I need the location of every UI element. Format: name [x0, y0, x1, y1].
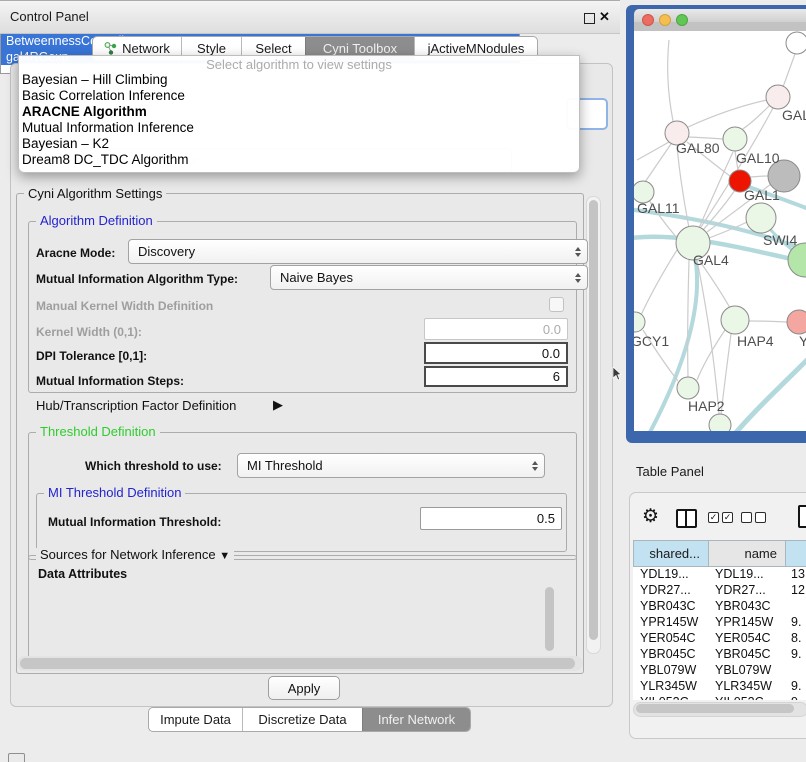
network-node-hap4[interactable] [721, 306, 749, 334]
table-row[interactable]: YBR045CYBR045C9. [633, 647, 806, 663]
list-scrollbar-thumb[interactable] [545, 587, 554, 651]
table-panel-title: Table Panel [636, 464, 704, 479]
mi-algorithm-type-combo[interactable]: Naive Bayes [270, 265, 588, 290]
float-window-icon[interactable] [584, 13, 595, 24]
column-header-cutoff[interactable] [785, 540, 806, 567]
data-attributes-label: Data Attributes [38, 567, 127, 581]
node-label: HAP4 [737, 333, 774, 349]
unchecked-checkbox-icon[interactable] [741, 512, 752, 523]
table-row[interactable]: YDR27...YDR27...12 [633, 583, 806, 599]
mi-algorithm-type-label: Mutual Information Algorithm Type: [36, 272, 238, 286]
manual-kernel-width-checkbox[interactable] [549, 297, 564, 312]
node-label: GAL1 [744, 187, 780, 203]
cyni-bottom-tabs: Impute Data Discretize Data Infer Networ… [148, 707, 471, 732]
table-row[interactable]: YBL079WYBL079W [633, 663, 806, 679]
kernel-width-label: Kernel Width (0,1): [36, 325, 142, 339]
node-label: HAP2 [688, 398, 725, 414]
close-traffic-light[interactable] [643, 15, 654, 26]
network-graph-icon [104, 42, 117, 55]
screen: Control Panel ✕ Network Style Select Cyn… [0, 0, 806, 762]
close-icon[interactable]: ✕ [599, 9, 610, 25]
tab-discretize-data[interactable]: Discretize Data [242, 708, 362, 731]
mouse-cursor [612, 367, 622, 386]
aracne-mode-label: Aracne Mode: [36, 246, 115, 260]
node-table[interactable]: YDL19...YDL19...13 YDR27...YDR27...12 YB… [633, 567, 806, 700]
settings-hscrollbar-thumb[interactable] [20, 658, 575, 669]
dropdown-item[interactable]: Basic Correlation Inference [19, 88, 579, 104]
collapsed-arrow-icon[interactable]: ▶ [273, 397, 283, 413]
aracne-mode-combo[interactable]: Discovery [128, 239, 588, 264]
table-row[interactable]: YDL19...YDL19...13 [633, 567, 806, 583]
tab-infer-network[interactable]: Infer Network [362, 708, 470, 731]
table-row[interactable]: YIL052CYIL052C9 [633, 695, 806, 700]
node-label: Y [799, 333, 806, 349]
node-label: GAL80 [676, 140, 720, 156]
column-header-shared-name[interactable]: shared... [633, 540, 709, 567]
table-hscrollbar-thumb[interactable] [636, 704, 794, 713]
mi-threshold-input[interactable] [420, 507, 562, 530]
network-node-gal10[interactable] [723, 127, 747, 151]
dpi-tolerance-label: DPI Tolerance [0,1]: [36, 349, 147, 363]
combo-stepper-icon [575, 273, 581, 283]
dock-mini-icon[interactable] [8, 753, 25, 762]
control-panel-title: Control Panel [10, 9, 89, 24]
network-node-gal1[interactable] [746, 203, 776, 233]
node-label: GCY1 [631, 333, 669, 349]
checked-checkbox-icon[interactable]: ✓ [722, 512, 733, 523]
dropdown-item[interactable]: Mutual Information Inference [19, 120, 579, 136]
node-label: GAL11 [637, 200, 680, 216]
algorithm-dropdown: Select algorithm to view settings Bayesi… [18, 55, 580, 173]
cyni-algorithm-settings-title: Cyni Algorithm Settings [24, 187, 166, 201]
manual-kernel-width-label: Manual Kernel Width Definition [36, 299, 213, 313]
network-node-gal[interactable] [766, 85, 790, 109]
mi-threshold-label: Mutual Information Threshold: [48, 515, 221, 529]
hub-definition-expander[interactable]: Hub/Transcription Factor Definition [36, 398, 236, 413]
network-node-salmon[interactable] [787, 310, 806, 334]
dropdown-item[interactable]: Bayesian – K2 [19, 136, 579, 152]
dropdown-item[interactable]: Dream8 DC_TDC Algorithm [19, 152, 579, 168]
network-view-window[interactable]: GAL GAL80 GAL10 GAL1 GAL11 SWI4 GAL4 GCY… [625, 0, 806, 452]
algorithm-definition-title: Algorithm Definition [36, 214, 157, 228]
minimize-traffic-light[interactable] [660, 15, 671, 26]
network-node-hap2[interactable] [677, 377, 699, 399]
sources-title[interactable]: Sources for Network Inference ▼ [36, 548, 234, 563]
dropdown-item[interactable]: Bayesian – Hill Climbing [19, 72, 579, 88]
table-row[interactable]: YBR043CYBR043C [633, 599, 806, 615]
which-threshold-combo[interactable]: MI Threshold [237, 453, 545, 478]
node-label: GAL10 [736, 150, 780, 166]
node-label: SWI4 [763, 232, 797, 248]
mi-steps-input[interactable] [424, 366, 568, 387]
settings-hscrollbar-track[interactable] [17, 656, 583, 671]
combo-stepper-icon [532, 461, 538, 471]
table-row[interactable]: YLR345WYLR345W9. [633, 679, 806, 695]
apply-button[interactable]: Apply [268, 676, 340, 700]
control-panel-titlebar [0, 0, 620, 34]
unchecked-checkbox-icon[interactable] [755, 512, 766, 523]
table-row[interactable]: YPR145WYPR145W9. [633, 615, 806, 631]
dropdown-prompt: Select algorithm to view settings [19, 56, 579, 72]
settings-scrollbar-thumb[interactable] [589, 200, 598, 640]
which-threshold-label: Which threshold to use: [85, 459, 222, 473]
mi-threshold-definition-title: MI Threshold Definition [44, 486, 185, 500]
dropdown-item-selected[interactable]: ARACNE Algorithm [19, 104, 579, 120]
threshold-definition-title: Threshold Definition [36, 425, 160, 439]
tab-impute-data[interactable]: Impute Data [149, 708, 242, 731]
column-header-name[interactable]: name [708, 540, 786, 567]
combo-stepper-icon [575, 247, 581, 257]
table-row[interactable]: YER054CYER054C8. [633, 631, 806, 647]
zoom-traffic-light[interactable] [677, 15, 688, 26]
page-icon[interactable] [798, 505, 806, 528]
table-hscrollbar-track[interactable] [633, 702, 806, 717]
gear-icon[interactable]: ⚙ [642, 505, 659, 528]
node-label: GAL [782, 107, 806, 123]
mi-steps-label: Mutual Information Steps: [36, 374, 184, 388]
split-columns-icon[interactable] [676, 509, 697, 528]
checked-checkbox-icon[interactable]: ✓ [708, 512, 719, 523]
network-node[interactable] [786, 32, 806, 54]
dpi-tolerance-input[interactable] [424, 342, 568, 364]
node-label: GAL4 [693, 252, 729, 268]
kernel-width-input[interactable] [424, 318, 568, 340]
expanded-arrow-icon: ▼ [219, 550, 230, 562]
